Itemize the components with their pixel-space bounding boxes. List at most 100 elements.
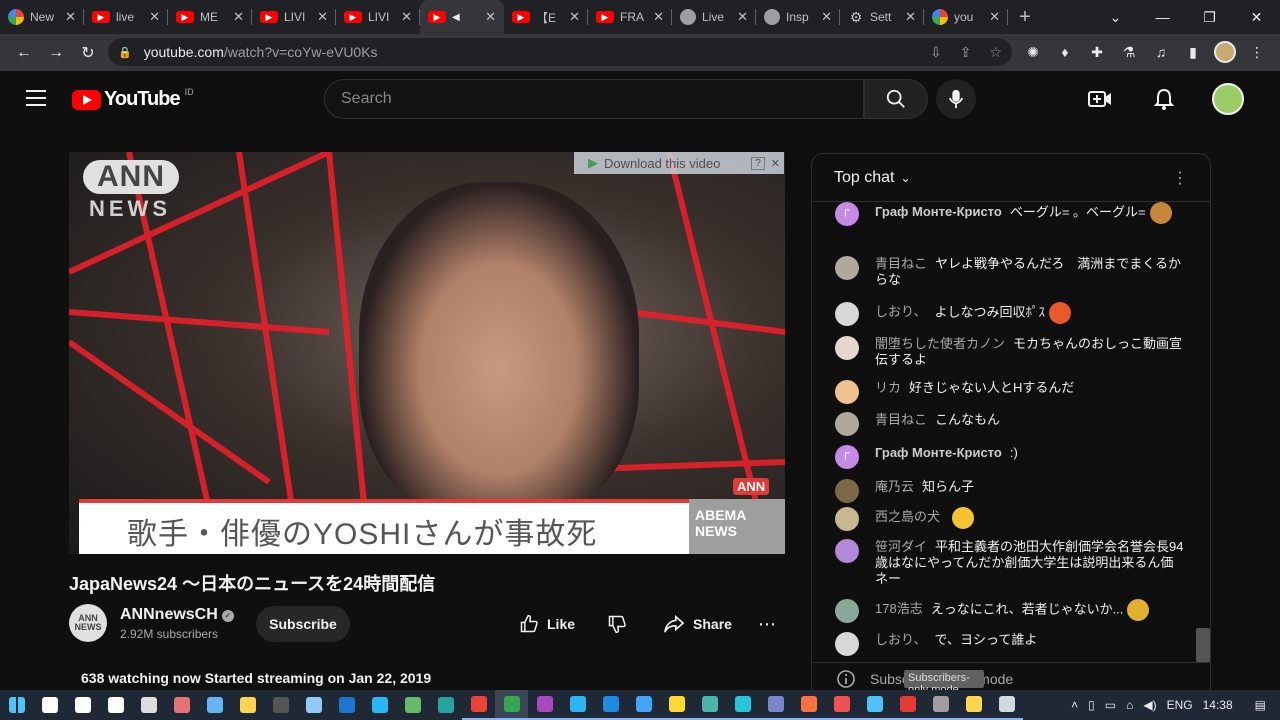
chat-avatar[interactable] [835,302,859,326]
tray-overflow-icon[interactable]: ˄ [1071,698,1078,712]
notifications-bell-icon[interactable] [1144,79,1184,119]
browser-tab[interactable]: ▶ LIVI ✕ [252,0,336,34]
search-icon[interactable] [33,690,66,720]
chrome-menu-icon[interactable]: ⋮ [1246,38,1268,66]
side-panel-icon[interactable]: ▮ [1182,38,1204,66]
search-input[interactable]: Search [324,79,864,119]
restore-icon[interactable]: ❐ [1186,0,1233,34]
browser-tab[interactable]: ▶ ME ✕ [168,0,252,34]
chat-avatar[interactable] [835,632,859,656]
volume-icon[interactable]: ◀) [1143,698,1156,712]
chat-avatar[interactable] [835,539,859,563]
flask-icon[interactable]: ⚗ [1118,38,1140,66]
language-indicator[interactable]: ENG [1167,698,1193,712]
store-icon[interactable] [165,690,198,720]
powershell-icon[interactable] [330,690,363,720]
close-tab-icon[interactable]: ✕ [65,9,76,25]
like-button[interactable]: Like [507,606,587,642]
dislike-button[interactable] [595,606,639,642]
back-icon[interactable]: ← [8,37,40,69]
notepad-icon[interactable] [297,690,330,720]
app-icon[interactable] [561,690,594,720]
download-help-button[interactable]: ? [751,156,765,170]
tab-search-icon[interactable]: ⌄ [1092,0,1139,34]
browser-tab[interactable]: ⚙ Sett ✕ [840,0,924,34]
chat-avatar[interactable] [835,599,859,623]
app-icon[interactable] [627,690,660,720]
telegram-icon[interactable] [363,690,396,720]
close-tab-icon[interactable]: ✕ [149,9,160,25]
app-icon[interactable] [825,690,858,720]
mail-icon[interactable] [198,690,231,720]
close-tab-icon[interactable]: ✕ [905,9,916,25]
browser-tab[interactable]: ▶ LIVI ✕ [336,0,420,34]
app-icon[interactable] [891,690,924,720]
file-explorer-icon[interactable] [231,690,264,720]
channel-avatar[interactable]: ANN NEWS [69,604,107,642]
forward-icon[interactable]: → [40,37,72,69]
vpn-icon[interactable] [396,690,429,720]
app-icon[interactable] [528,690,561,720]
chat-avatar[interactable] [835,479,859,503]
close-tab-icon[interactable]: ✕ [401,9,412,25]
channel-name[interactable]: ANNnewsCH ✓ [120,606,234,624]
close-tab-icon[interactable]: ✕ [821,9,832,25]
video-player[interactable]: ANN NEWS ▶ Download this video ? ✕ ANN 歌… [69,152,785,554]
menu-icon[interactable] [24,88,48,108]
chat-author[interactable]: 178浩志 [875,601,923,616]
chat-author[interactable]: リカ [875,380,901,395]
chat-message[interactable]: 闇堕ちした使者カノン モカちゃんのおしっこ動画宣伝するよ [835,336,1185,368]
task-view-icon[interactable] [66,690,99,720]
close-tab-icon[interactable]: ✕ [737,9,748,25]
chat-author[interactable]: 青目ねこ [875,256,927,271]
clock[interactable]: 14:38 [1203,698,1233,712]
security-icon[interactable] [99,690,132,720]
chat-scrollbar[interactable] [1196,202,1210,662]
chat-message[interactable]: しおり、 で、ヨシって誰よ [835,632,1185,656]
app-icon[interactable] [759,690,792,720]
puzzle-icon[interactable]: ✚ [1086,38,1108,66]
chat-message[interactable]: 178浩志 えっなにこれ、若者じゃないか... [835,599,1185,623]
install-icon[interactable]: ⇩ [930,44,942,61]
media-control-icon[interactable]: ♫ [1150,38,1172,66]
browser-tab[interactable]: you ✕ [924,0,1008,34]
lock-icon[interactable]: 🔒 [118,46,132,59]
speaker-icon[interactable]: ◀ [452,12,460,23]
chrome-active-icon[interactable] [495,690,528,720]
close-icon[interactable]: ✕ [771,157,780,170]
browser-tab[interactable]: Insp ✕ [756,0,840,34]
address-bar[interactable]: 🔒 youtube.com/watch?v=coYw-eVU0Ks ⇩ ⇪ ☆ [108,38,1012,66]
chat-avatar[interactable] [835,507,859,531]
channel-name-text[interactable]: ANNnewsCH [120,606,218,623]
browser-tab[interactable]: New ✕ [0,0,84,34]
chat-message[interactable]: 青目ねこ ヤレよ戦争やるんだろ 満洲までまくるからな [835,256,1185,288]
chat-author[interactable]: しおり、 [875,632,926,647]
file-explorer-icon[interactable] [957,690,990,720]
chat-author[interactable]: しおり、 [875,304,926,319]
settings-icon[interactable] [132,690,165,720]
chat-message[interactable]: 庵乃云 知らん子 [835,479,1185,503]
app-icon[interactable] [594,690,627,720]
browser-tab[interactable]: ▶ 【E ✕ [504,0,588,34]
browser-tab[interactable]: ▶ FRA ✕ [588,0,672,34]
profile-avatar[interactable] [1214,38,1236,66]
chat-avatar[interactable] [835,336,859,360]
app-icon[interactable] [858,690,891,720]
new-tab-button[interactable]: + [1008,6,1042,29]
chat-avatar[interactable] [835,412,859,436]
scrollbar-thumb[interactable] [1196,628,1210,662]
chat-mode-selector[interactable]: Top chat [834,169,894,187]
chat-avatar[interactable] [835,256,859,280]
extension-icon[interactable]: ✺ [1022,38,1044,66]
browser-tab[interactable]: ▶ ◀ ✕ [420,0,504,34]
chat-author[interactable]: 西之島の犬 [875,509,940,524]
close-tab-icon[interactable]: ✕ [233,9,244,25]
chat-message[interactable]: Г Граф Монте-Кристо ベーグル= 。ベーグル= [835,202,1185,226]
chat-author[interactable]: Граф Монте-Кристо [875,445,1002,460]
chat-author[interactable]: 庵乃云 [875,479,914,494]
terminal-icon[interactable] [264,690,297,720]
chat-avatar[interactable] [835,380,859,404]
app-icon[interactable] [924,690,957,720]
info-icon[interactable] [836,669,856,689]
chat-author[interactable]: Граф Монте-Кристо [875,204,1002,219]
